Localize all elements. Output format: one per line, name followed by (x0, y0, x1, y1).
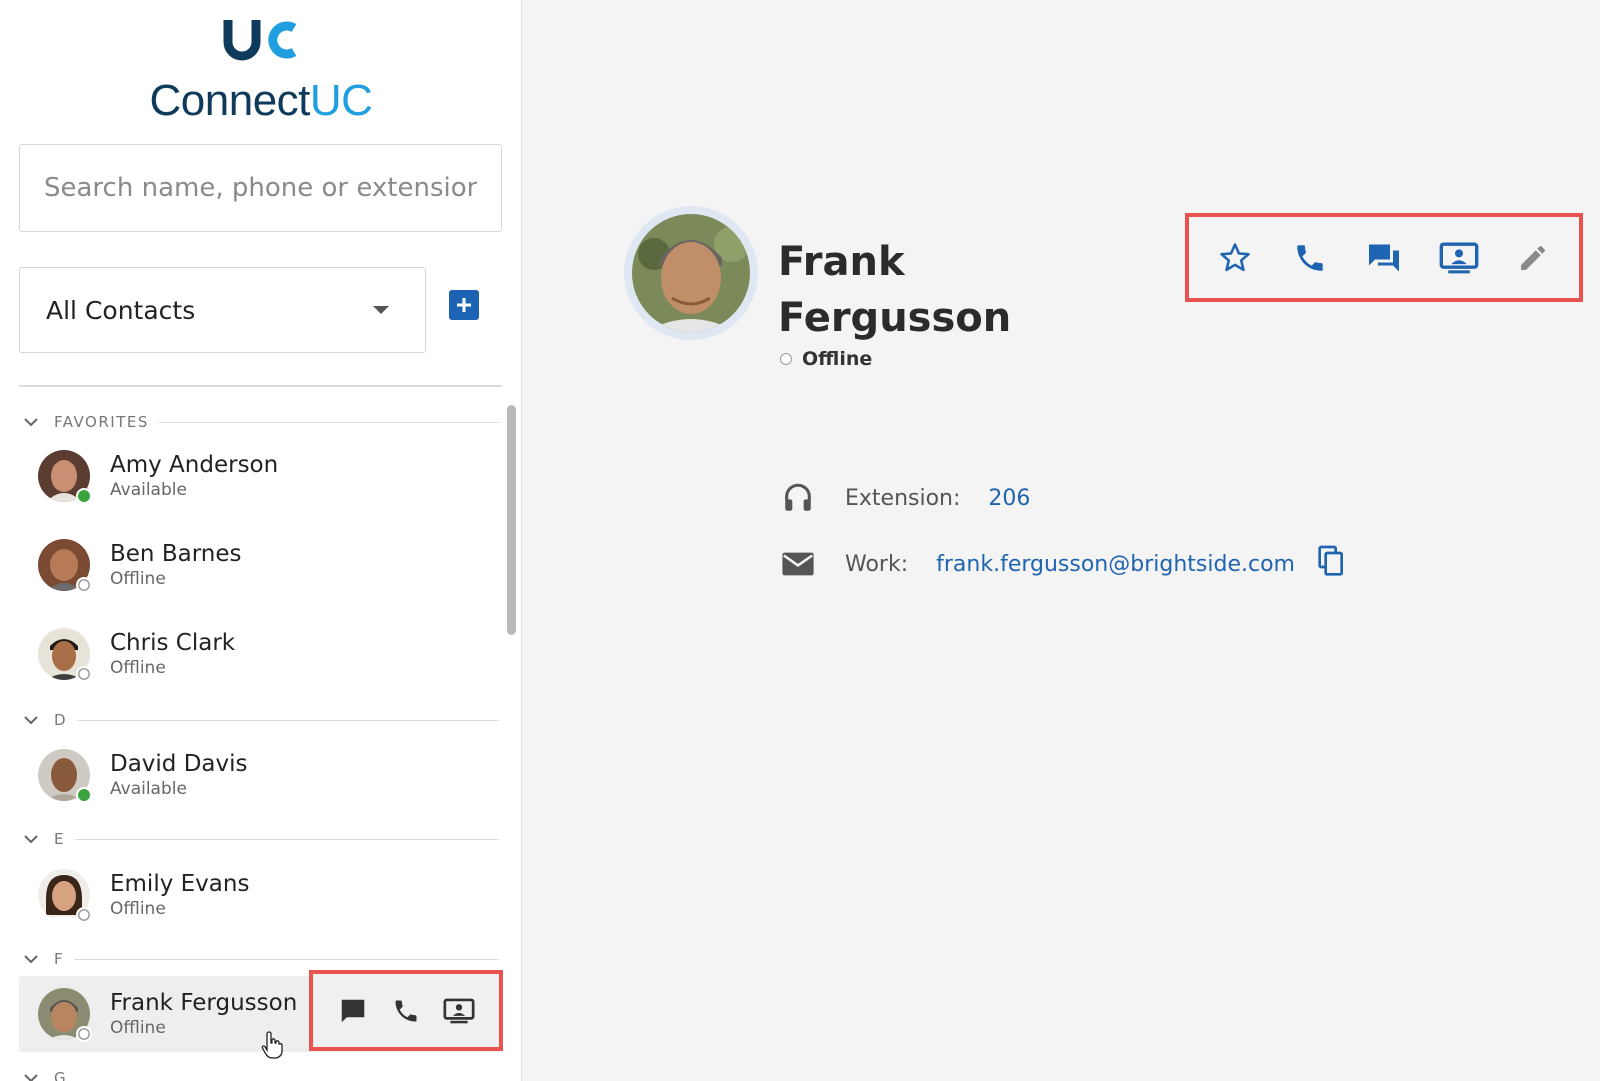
copy-email-button[interactable] (1317, 545, 1345, 583)
group-header-favorites[interactable]: FAVORITES (24, 410, 499, 434)
chevron-down-icon (24, 955, 38, 964)
contact-item-emily-evans[interactable]: Emily Evans Offline (19, 857, 502, 933)
work-email-link[interactable]: frank.fergusson@brightside.com (936, 552, 1295, 577)
group-header-e[interactable]: E (24, 827, 499, 851)
chat-button[interactable] (1364, 238, 1404, 278)
contacts-sidebar: ConnectUC All Contacts FAVORITES Amy And… (0, 0, 522, 1081)
contact-name: Chris Clark (110, 630, 236, 656)
avatar (38, 539, 92, 593)
group-header-f[interactable]: F (24, 947, 499, 971)
star-icon (1220, 242, 1250, 271)
contact-status: Available (110, 480, 187, 500)
extension-value[interactable]: 206 (988, 486, 1030, 511)
contact-action-bar (1185, 213, 1583, 302)
profile-status-label: Offline (802, 348, 873, 370)
presence-available-indicator (76, 488, 92, 504)
copy-icon (1318, 545, 1343, 576)
scrollbar[interactable] (507, 405, 516, 635)
edit-icon (1521, 245, 1545, 270)
favorite-button[interactable] (1215, 238, 1255, 278)
profile-name: Frank Fergusson (778, 239, 1012, 341)
contact-status: Offline (110, 569, 166, 589)
chevron-down-icon (24, 716, 38, 725)
group-header-d[interactable]: D (24, 708, 499, 732)
avatar (38, 749, 92, 803)
chat-button[interactable] (333, 991, 373, 1031)
headset-icon (780, 480, 816, 516)
contact-name: Frank Fergusson (110, 990, 298, 1016)
add-contact-button[interactable] (449, 290, 479, 320)
contact-status: Offline (110, 658, 166, 678)
filter-selected-label: All Contacts (46, 295, 196, 325)
group-label: F (54, 950, 65, 968)
contact-filter-dropdown[interactable]: All Contacts (19, 267, 426, 353)
divider (74, 838, 499, 840)
work-email-row: Work: frank.fergusson@brightside.com (780, 545, 1345, 583)
mail-icon (780, 546, 816, 582)
group-label: E (54, 830, 65, 848)
contact-status: Offline (110, 899, 166, 919)
contact-item-ben-barnes[interactable]: Ben Barnes Offline (19, 527, 502, 603)
avatar (38, 988, 92, 1042)
extension-row: Extension: 206 (780, 480, 1030, 516)
chevron-down-icon (24, 835, 38, 844)
call-button[interactable] (1290, 238, 1330, 278)
group-header-g[interactable]: G (24, 1066, 499, 1081)
group-label: D (54, 711, 68, 729)
presence-offline-indicator (76, 1026, 92, 1042)
contact-item-amy-anderson[interactable]: Amy Anderson Available (19, 438, 502, 514)
chat-icon (1369, 244, 1399, 271)
group-label: FAVORITES (54, 413, 149, 431)
presence-offline-indicator (780, 353, 792, 365)
contact-status: Available (110, 779, 187, 799)
profile-status: Offline (780, 348, 872, 370)
contact-name: David Davis (110, 751, 248, 777)
screen-share-icon (443, 998, 475, 1023)
contact-name: Amy Anderson (110, 452, 279, 478)
logo: ConnectUC (0, 12, 521, 125)
avatar (38, 450, 92, 504)
plus-icon (457, 298, 471, 312)
uc-logo-icon (223, 20, 297, 61)
avatar (38, 628, 92, 682)
presence-available-indicator (76, 787, 92, 803)
chat-icon (342, 999, 365, 1022)
edit-button[interactable] (1513, 238, 1553, 278)
profile-avatar (624, 206, 758, 340)
divider (19, 385, 502, 387)
divider (74, 958, 499, 960)
phone-icon (395, 1000, 417, 1021)
chevron-down-icon (24, 1074, 38, 1081)
divider (158, 421, 499, 423)
screen-share-icon (1439, 241, 1478, 273)
contact-name: Emily Evans (110, 871, 250, 897)
screen-share-button[interactable] (1439, 238, 1479, 278)
phone-icon (1296, 244, 1323, 271)
contact-item-david-davis[interactable]: David Davis Available (19, 737, 502, 813)
presence-offline-indicator (76, 666, 92, 682)
chevron-down-icon (24, 418, 38, 427)
group-label: G (54, 1069, 68, 1081)
presence-offline-indicator (76, 907, 92, 923)
contact-name: Ben Barnes (110, 541, 242, 567)
call-button[interactable] (386, 991, 426, 1031)
contact-hover-actions (309, 970, 503, 1051)
work-label: Work: (845, 551, 909, 577)
search-input[interactable] (19, 144, 502, 232)
divider (77, 719, 499, 721)
screen-share-button[interactable] (439, 991, 479, 1031)
caret-down-icon (373, 306, 389, 314)
avatar (38, 869, 92, 923)
logo-text: ConnectUC (149, 76, 373, 125)
hand-cursor-icon (261, 1031, 283, 1059)
contact-item-chris-clark[interactable]: Chris Clark Offline (19, 616, 502, 692)
presence-offline-indicator (76, 577, 92, 593)
extension-label: Extension: (845, 485, 961, 511)
